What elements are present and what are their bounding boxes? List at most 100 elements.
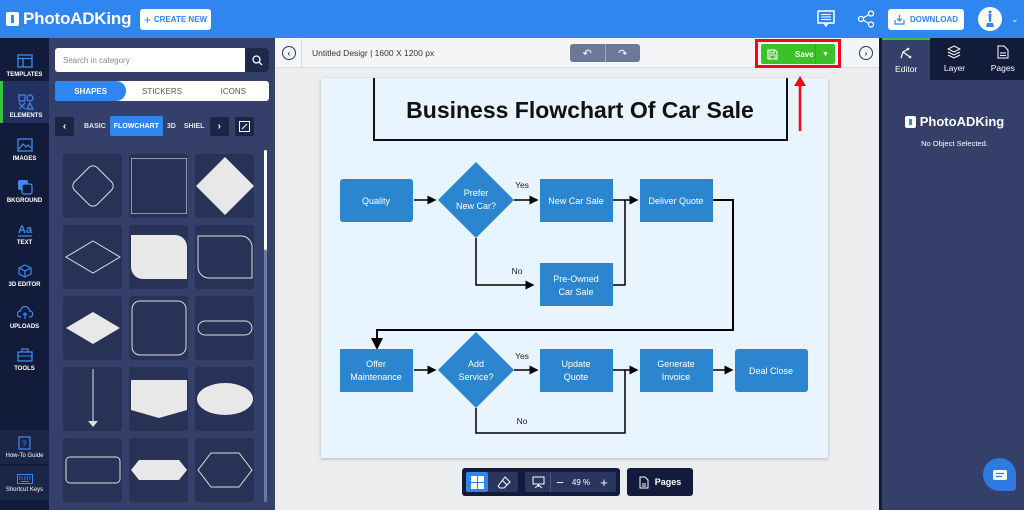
node-quality[interactable]: Quality (340, 179, 413, 222)
node-generate-invoice[interactable]: Generate Invoice (640, 349, 713, 392)
caret-down-icon: ▼ (822, 50, 829, 58)
shape-rounded-square-outline[interactable] (129, 296, 188, 360)
tab-layer[interactable]: Layer (930, 38, 978, 80)
collapse-left-button[interactable]: ‹ (282, 46, 296, 60)
rail-label: TOOLS (14, 366, 35, 372)
chevron-left-icon: ‹ (287, 48, 291, 58)
shape-diamond-filled[interactable] (195, 154, 254, 218)
tab-editor[interactable]: Editor (882, 38, 931, 80)
pages-button[interactable]: Pages (627, 468, 693, 496)
node-deliver-quote[interactable]: Deliver Quote (640, 179, 713, 222)
rail-item-images[interactable]: IMAGES (0, 124, 49, 166)
share-icon[interactable] (856, 10, 876, 28)
search-input[interactable]: Search in category (55, 48, 269, 72)
plus-icon: + (143, 12, 151, 27)
collapse-right-button[interactable]: › (859, 46, 873, 60)
shape-ellipse-filled[interactable] (195, 367, 254, 431)
how-to-guide-button[interactable]: ? How-To Guide (0, 430, 49, 464)
subcategory-3d[interactable]: 3D (163, 123, 180, 130)
background-icon (17, 180, 33, 195)
rail-item-tools[interactable]: TOOLS (0, 334, 49, 376)
scrollbar-thumb[interactable] (264, 150, 267, 250)
document-title[interactable]: Untitled Desigr | 1600 X 1200 px (312, 48, 434, 58)
shortcut-keys-label: Shortcut Keys (5, 486, 44, 493)
node-offer-maintenance[interactable]: Offer Maintenance (340, 349, 413, 392)
logo[interactable]: PhotoADKing (6, 9, 131, 29)
node-add-service[interactable]: Add Service? (438, 332, 514, 408)
node-pre-owned-car-sale[interactable]: Pre-Owned Car Sale (540, 263, 613, 306)
shape-hexagon-filled[interactable] (129, 438, 188, 502)
connector (613, 200, 626, 286)
download-button[interactable]: DOWNLOAD (888, 9, 964, 30)
rail-item-elements[interactable]: ELEMENTS (0, 81, 49, 123)
shape-pentagon-banner-filled[interactable] (129, 367, 188, 431)
subcategory-next-button[interactable]: › (209, 116, 229, 136)
svg-text:Service?: Service? (458, 372, 493, 382)
shape-hexagon-outline[interactable] (195, 438, 254, 502)
tab-pages[interactable]: Pages (979, 38, 1024, 80)
rail-label: BKGROUND (6, 198, 43, 204)
expand-button[interactable] (234, 116, 254, 136)
rail-label: UPLOADS (9, 324, 40, 330)
shape-flat-diamond-outline[interactable] (63, 225, 122, 289)
svg-text:?: ? (22, 439, 27, 448)
undo-icon: ↶ (582, 47, 592, 60)
shapes-grid (63, 154, 258, 502)
node-update-quote[interactable]: Update Quote (540, 349, 613, 392)
tab-shapes[interactable]: SHAPES (55, 81, 127, 101)
expand-icon (238, 120, 250, 132)
subcategory-flowchart[interactable]: FLOWCHART (109, 116, 163, 136)
rail-item-uploads[interactable]: UPLOADS (0, 292, 49, 334)
templates-icon (16, 54, 33, 68)
shortcut-keys-button[interactable]: Shortcut Keys (0, 466, 49, 500)
rail-item-text[interactable]: Aa TEXT (0, 208, 49, 250)
shape-rounded-rect-outline[interactable] (63, 438, 122, 502)
panel-scrollbar[interactable] (264, 150, 267, 502)
create-new-label: CREATE NEW (153, 15, 208, 24)
rail-item-3d-editor[interactable]: 3D EDITOR (0, 250, 49, 292)
eraser-button[interactable] (492, 472, 516, 492)
svg-text:New Car?: New Car? (456, 201, 496, 211)
elements-icon (18, 94, 34, 110)
shape-down-arrow[interactable] (63, 367, 122, 431)
zoom-out-button[interactable]: − (553, 472, 567, 492)
node-deal-close[interactable]: Deal Close (735, 349, 808, 392)
flowchart-title[interactable]: Business Flowchart Of Car Sale (406, 97, 754, 123)
shape-pill-outline[interactable] (195, 296, 254, 360)
node-prefer-new-car[interactable]: Prefer New Car? (438, 162, 514, 238)
node-new-car-sale[interactable]: New Car Sale (540, 179, 613, 222)
tab-icons[interactable]: ICONS (198, 81, 269, 101)
shape-rounded-diamond-outline[interactable] (63, 154, 122, 218)
comment-icon[interactable] (816, 10, 836, 28)
chevron-down-icon[interactable]: ⌄ (1011, 14, 1019, 25)
chevron-right-icon: › (217, 120, 222, 132)
undo-button[interactable]: ↶ (570, 44, 606, 62)
logo-text: PhotoADKing (23, 9, 132, 28)
subcategory-prev-button[interactable]: ‹ (55, 116, 74, 136)
search-button[interactable] (245, 48, 269, 72)
grid-view-button[interactable] (466, 472, 488, 492)
shape-square-outline[interactable] (129, 154, 188, 218)
keyboard-icon (16, 473, 33, 484)
subcategory-shield[interactable]: SHIEL (180, 123, 206, 130)
save-dropdown-button[interactable]: ▼ (815, 44, 835, 64)
rail-item-background[interactable]: BKGROUND (0, 166, 49, 208)
presentation-button[interactable] (527, 472, 551, 492)
create-new-button[interactable]: + CREATE NEW (140, 9, 211, 30)
chat-button[interactable] (983, 458, 1016, 491)
subcategory-basic[interactable]: BASIC (80, 123, 110, 130)
redo-button[interactable]: ↷ (606, 44, 641, 62)
avatar[interactable] (978, 7, 1002, 31)
rail-label: 3D EDITOR (8, 282, 41, 288)
design-page[interactable]: Business Flowchart Of Car Sale Quality P… (321, 78, 828, 458)
svg-text:Maintenance: Maintenance (350, 372, 402, 382)
tab-stickers[interactable]: STICKERS (126, 81, 197, 101)
rail-item-templates[interactable]: TEMPLATES (0, 40, 49, 82)
zoom-in-button[interactable]: + (597, 472, 611, 492)
svg-text:Deal Close: Deal Close (749, 366, 793, 376)
save-button[interactable]: Save ▼ (761, 44, 835, 64)
shape-rounded-corner-outline[interactable] (195, 225, 254, 289)
shape-rounded-corner-filled[interactable] (129, 225, 188, 289)
shape-flat-diamond-filled[interactable] (63, 296, 122, 360)
chat-icon (992, 469, 1007, 480)
